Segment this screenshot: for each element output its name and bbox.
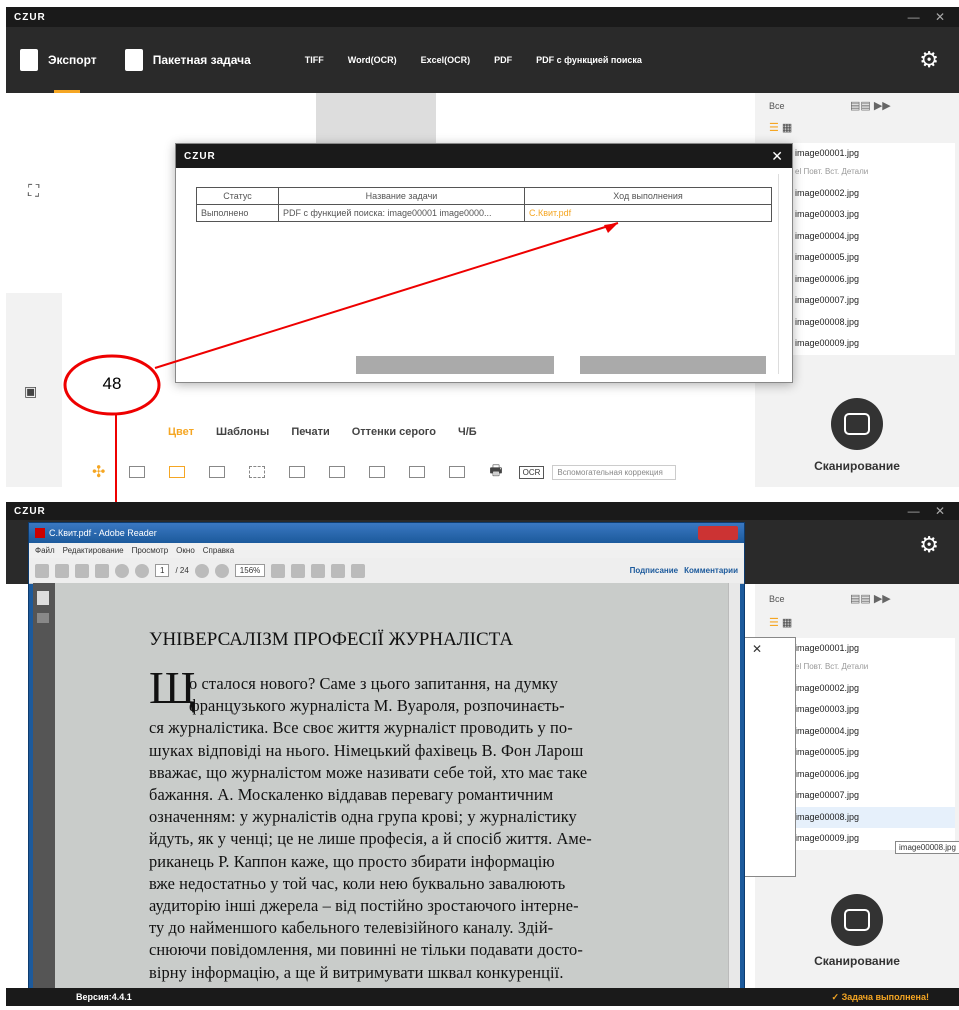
zoom-select[interactable]: 156%	[234, 564, 266, 577]
comment-icon[interactable]	[311, 563, 326, 578]
sign-tab[interactable]: Подписание	[630, 566, 679, 575]
status-bar: Версия:4.4.1 ✓ Задача выполнена!	[6, 988, 959, 1006]
fullscreen-icon[interactable]	[351, 563, 366, 578]
page-count: / 24	[175, 566, 189, 575]
list-view-icon[interactable]: ☰ ▦	[769, 616, 792, 629]
menu-help[interactable]: Справка	[203, 546, 234, 555]
done-label: Задача выполнена!	[841, 991, 929, 1002]
window-controls[interactable]: — ✕	[908, 504, 951, 518]
pages-icon[interactable]	[37, 591, 49, 605]
reader-window: С.Квит.pdf - Adobe Reader Файл Редактиро…	[28, 522, 745, 996]
highlight-icon[interactable]	[331, 563, 346, 578]
pdf-line: йдуть, як у ченці; це не лише професія, …	[149, 829, 592, 849]
reader-toolbar: 1 / 24 156% Подписание Комментарии	[29, 558, 744, 584]
fit-width-icon[interactable]	[291, 563, 306, 578]
version-label: Версия:4.4.1	[76, 992, 132, 1002]
scan-label: Сканирование	[814, 954, 900, 968]
pdf-line: аудиторію інші джерела – від постійно зр…	[149, 896, 579, 916]
app-titlebar: CZUR — ✕	[6, 502, 959, 520]
reader-close-button[interactable]	[698, 526, 738, 540]
reader-title: С.Квит.pdf - Adobe Reader	[49, 528, 157, 538]
reader-scrollbar[interactable]	[728, 583, 740, 991]
menu-view[interactable]: Просмотр	[132, 546, 169, 555]
create-icon[interactable]	[35, 563, 49, 578]
reader-sidebar	[33, 583, 55, 991]
arrow-line	[154, 222, 619, 369]
pdf-line: французького журналіста М. Вуароля, розп…	[189, 696, 565, 716]
pdf-heading: УНІВЕРСАЛІЗМ ПРОФЕСІЇ ЖУРНАЛІСТА	[149, 629, 514, 650]
next-page-icon[interactable]	[135, 563, 149, 578]
menu-window[interactable]: Окно	[176, 546, 195, 555]
pdf-body: о сталося нового? Саме з цього запитання…	[149, 673, 709, 984]
scan-button[interactable]	[831, 894, 883, 946]
pdf-page: УНІВЕРСАЛІЗМ ПРОФЕСІЇ ЖУРНАЛІСТА Щ о ста…	[55, 583, 728, 991]
gear-icon[interactable]: ⚙	[919, 532, 939, 558]
pdf-line: вірну інформацію, а ще й витримувати шкв…	[149, 962, 564, 982]
pdf-line: ту до найменшого кабельного телевізійног…	[149, 918, 554, 938]
pdf-line: вважає, що журналістом може називати себ…	[149, 762, 588, 782]
page-input[interactable]: 1	[155, 564, 170, 577]
callout-number: 48	[102, 374, 122, 393]
zoom-out-icon[interactable]	[194, 563, 209, 578]
close-icon[interactable]: ✕	[752, 642, 762, 656]
zoom-in-icon[interactable]	[214, 563, 229, 578]
pdf-line: о сталося нового? Саме з цього запитання…	[189, 674, 559, 693]
arrow-head	[604, 223, 618, 233]
pdf-line: бажання. А. Москаленко віддавав перевагу…	[149, 785, 554, 805]
attach-icon[interactable]	[37, 613, 49, 623]
pdf-line: снюючи повідомлення, ми повинні не тільк…	[149, 940, 583, 960]
reader-titlebar: С.Квит.pdf - Adobe Reader	[29, 523, 744, 543]
save-icon[interactable]	[55, 563, 69, 578]
pdf-line: риканець Р. Каппон каже, що просто збира…	[149, 851, 555, 871]
select-all[interactable]: Все	[769, 594, 785, 604]
bottom-screenshot: CZUR — ✕ ⚙ Все ▤▤ ▶▶ ☰ ▦ image00001.jpg e…	[6, 502, 959, 1010]
app-logo: CZUR	[14, 505, 46, 517]
pdf-line: шуках відповіді на нього. Німецький фахі…	[149, 740, 584, 760]
email-icon[interactable]	[95, 563, 109, 578]
layout-icons[interactable]: ▤▤ ▶▶	[850, 592, 891, 605]
comments-tab[interactable]: Комментарии	[684, 566, 738, 575]
pdf-line: означенням: у журналістів одна група кро…	[149, 807, 577, 827]
reader-menu: Файл Редактирование Просмотр Окно Справк…	[29, 543, 744, 558]
tooltip: image00008.jpg	[895, 841, 959, 854]
print-icon[interactable]	[75, 563, 89, 578]
fit-page-icon[interactable]	[271, 563, 286, 578]
prev-page-icon[interactable]	[115, 563, 129, 578]
scan-icon	[844, 909, 870, 931]
pdf-line: вже недостатньо у той час, коли нею букв…	[149, 873, 566, 893]
done-status: ✓ Задача выполнена!	[831, 991, 929, 1002]
menu-file[interactable]: Файл	[35, 546, 55, 555]
pdf-line: ся журналістика. Все своє життя журналіс…	[149, 718, 573, 738]
pdf-icon	[35, 528, 45, 538]
menu-edit[interactable]: Редактирование	[63, 546, 124, 555]
